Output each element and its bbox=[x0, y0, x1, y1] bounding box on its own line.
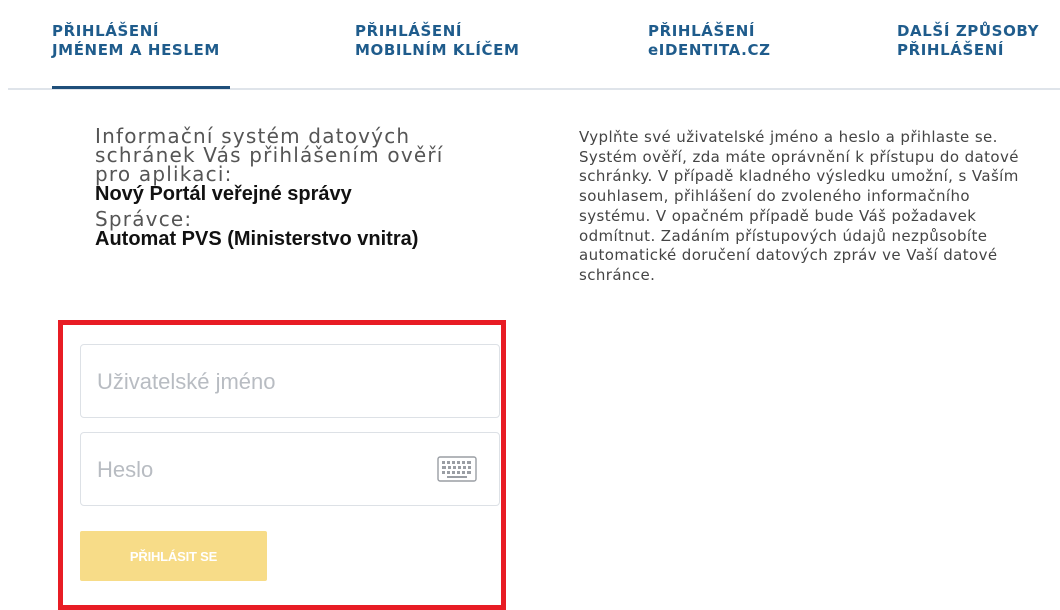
tab-other-methods[interactable]: DALŠÍ ZPŮSOBY PŘIHLÁŠENÍ bbox=[897, 22, 1039, 60]
tab-label-line1: PŘIHLÁŠENÍ bbox=[355, 22, 463, 40]
info-text-line3: pro aplikaci: bbox=[95, 162, 233, 186]
admin-name: Automat PVS (Ministerstvo vnitra) bbox=[95, 228, 419, 250]
tab-label-line1: PŘIHLÁŠENÍ bbox=[648, 22, 756, 40]
app-info: Informační systém datových schránek Vás … bbox=[95, 126, 485, 250]
tab-eidentita[interactable]: PŘIHLÁŠENÍ eIDENTITA.CZ bbox=[648, 22, 771, 60]
active-tab-indicator bbox=[52, 86, 230, 89]
login-tabs: PŘIHLÁŠENÍ JMÉNEM A HESLEM PŘIHLÁŠENÍ MO… bbox=[0, 0, 1060, 90]
username-field[interactable] bbox=[80, 344, 500, 419]
username-input[interactable] bbox=[95, 345, 439, 419]
keyboard-icon[interactable] bbox=[437, 456, 477, 482]
tab-label-line1: PŘIHLÁŠENÍ bbox=[52, 22, 160, 40]
tab-label-line1: DALŠÍ ZPŮSOBY bbox=[897, 22, 1040, 40]
password-input[interactable] bbox=[95, 433, 439, 507]
tab-label-line2: eIDENTITA.CZ bbox=[648, 41, 771, 59]
tab-username-password[interactable]: PŘIHLÁŠENÍ JMÉNEM A HESLEM bbox=[52, 22, 220, 60]
tab-label-line2: PŘIHLÁŠENÍ bbox=[897, 41, 1005, 59]
tab-label-line2: JMÉNEM A HESLEM bbox=[52, 41, 220, 59]
password-field[interactable] bbox=[80, 432, 500, 507]
admin-label: Správce: bbox=[95, 207, 193, 231]
login-button[interactable]: PŘIHLÁSIT SE bbox=[80, 531, 267, 581]
app-name: Nový Portál veřejné správy bbox=[95, 183, 352, 205]
tab-label-line2: MOBILNÍM KLÍČEM bbox=[355, 41, 520, 59]
login-description: Vyplňte své uživatelské jméno a heslo a … bbox=[579, 128, 1019, 284]
tab-mobile-key[interactable]: PŘIHLÁŠENÍ MOBILNÍM KLÍČEM bbox=[355, 22, 519, 60]
